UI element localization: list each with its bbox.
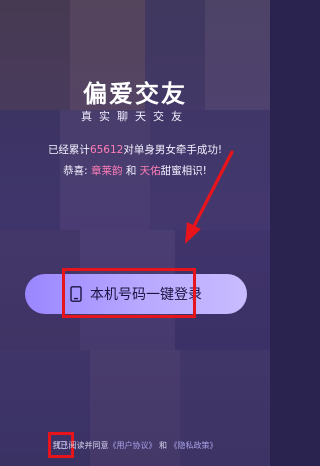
agreement-text: 我已阅读并同意《用户协议》 和 《隐私政策》 [0,440,270,451]
agreement-conj: 和 [159,441,167,450]
privacy-policy-link[interactable]: 《隐私政策》 [170,441,218,450]
annotation-highlight-box [62,268,196,318]
agreement-prefix: 我已阅读并同意 [52,441,109,450]
annotation-arrow-icon [185,150,234,244]
user-agreement-link[interactable]: 《用户协议》 [108,441,156,450]
